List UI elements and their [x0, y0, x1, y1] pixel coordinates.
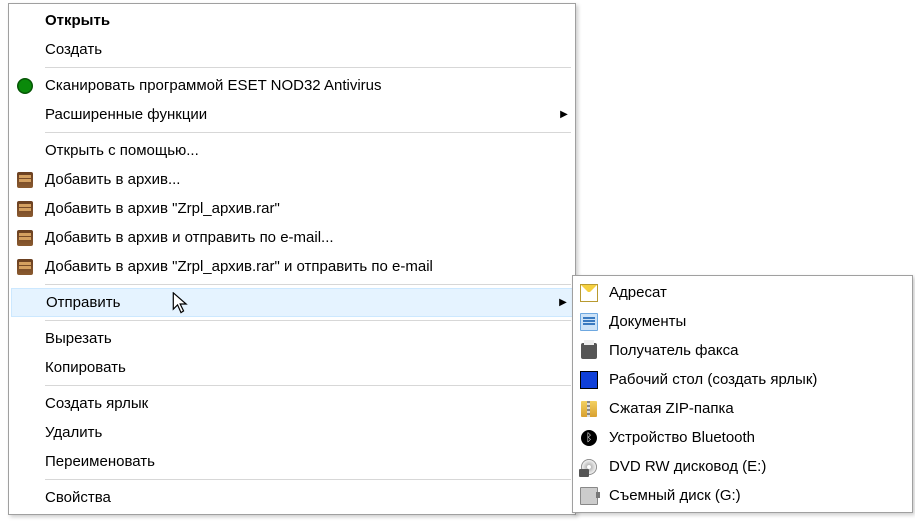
- sendto-item-recipient[interactable]: Адресат: [575, 278, 910, 307]
- menu-label: Получатель факса: [603, 342, 910, 359]
- sendto-item-documents[interactable]: Документы: [575, 307, 910, 336]
- zip-icon: [575, 401, 603, 417]
- menu-item-delete[interactable]: Удалить: [11, 418, 573, 447]
- menu-label: DVD RW дисковод (E:): [603, 458, 910, 475]
- menu-label: Съемный диск (G:): [603, 487, 910, 504]
- menu-item-send-to[interactable]: Отправить ▶: [11, 288, 573, 317]
- menu-item-create[interactable]: Создать: [11, 35, 573, 64]
- bluetooth-icon: ᛒ: [575, 430, 603, 446]
- menu-item-add-archive-named-email[interactable]: Добавить в архив "Zrpl_архив.rar" и отпр…: [11, 252, 573, 281]
- menu-label: Устройство Bluetooth: [603, 429, 910, 446]
- menu-label: Создать: [39, 41, 573, 58]
- menu-separator: [45, 284, 571, 285]
- menu-label: Добавить в архив и отправить по e-mail..…: [39, 229, 573, 246]
- mail-icon: [575, 284, 603, 302]
- menu-item-open-with[interactable]: Открыть с помощью...: [11, 136, 573, 165]
- sendto-item-dvd[interactable]: DVD RW дисковод (E:): [575, 452, 910, 481]
- menu-label: Удалить: [39, 424, 573, 441]
- menu-label: Создать ярлык: [39, 395, 573, 412]
- menu-label: Свойства: [39, 489, 573, 506]
- menu-item-properties[interactable]: Свойства: [11, 483, 573, 512]
- menu-label: Добавить в архив "Zrpl_архив.rar": [39, 200, 573, 217]
- dvd-drive-icon: [575, 459, 603, 475]
- removable-drive-icon: [575, 487, 603, 505]
- sendto-item-fax[interactable]: Получатель факса: [575, 336, 910, 365]
- menu-separator: [45, 320, 571, 321]
- menu-label: Вырезать: [39, 330, 573, 347]
- menu-label: Переименовать: [39, 453, 573, 470]
- menu-item-add-archive-email[interactable]: Добавить в архив и отправить по e-mail..…: [11, 223, 573, 252]
- menu-separator: [45, 385, 571, 386]
- context-menu-sendto: Адресат Документы Получатель факса Рабоч…: [572, 275, 913, 513]
- sendto-item-removable[interactable]: Съемный диск (G:): [575, 481, 910, 510]
- documents-icon: [575, 313, 603, 331]
- menu-separator: [45, 67, 571, 68]
- menu-label: Рабочий стол (создать ярлык): [603, 371, 910, 388]
- archive-icon: [11, 259, 39, 275]
- menu-label: Добавить в архив "Zrpl_архив.rar" и отпр…: [39, 258, 573, 275]
- fax-icon: [575, 343, 603, 359]
- archive-icon: [11, 172, 39, 188]
- sendto-item-zip[interactable]: Сжатая ZIP-папка: [575, 394, 910, 423]
- menu-separator: [45, 132, 571, 133]
- menu-item-add-archive-named[interactable]: Добавить в архив "Zrpl_архив.rar": [11, 194, 573, 223]
- submenu-arrow-icon: ▶: [555, 109, 573, 120]
- archive-icon: [11, 201, 39, 217]
- menu-item-rename[interactable]: Переименовать: [11, 447, 573, 476]
- menu-label: Сканировать программой ESET NOD32 Antivi…: [39, 77, 573, 94]
- desktop-icon: [575, 371, 603, 389]
- menu-item-add-archive[interactable]: Добавить в архив...: [11, 165, 573, 194]
- eset-icon: [11, 78, 39, 94]
- sendto-item-bluetooth[interactable]: ᛒ Устройство Bluetooth: [575, 423, 910, 452]
- menu-label: Документы: [603, 313, 910, 330]
- menu-item-eset-scan[interactable]: Сканировать программой ESET NOD32 Antivi…: [11, 71, 573, 100]
- menu-label: Сжатая ZIP-папка: [603, 400, 910, 417]
- menu-label: Отправить: [40, 294, 554, 311]
- menu-label: Адресат: [603, 284, 910, 301]
- menu-item-advanced[interactable]: Расширенные функции ▶: [11, 100, 573, 129]
- menu-item-open[interactable]: Открыть: [11, 6, 573, 35]
- menu-item-cut[interactable]: Вырезать: [11, 324, 573, 353]
- menu-label: Добавить в архив...: [39, 171, 573, 188]
- submenu-arrow-icon: ▶: [554, 297, 572, 308]
- menu-item-create-shortcut[interactable]: Создать ярлык: [11, 389, 573, 418]
- sendto-item-desktop[interactable]: Рабочий стол (создать ярлык): [575, 365, 910, 394]
- menu-label: Расширенные функции: [39, 106, 555, 123]
- menu-label: Копировать: [39, 359, 573, 376]
- menu-label: Открыть с помощью...: [39, 142, 573, 159]
- menu-item-copy[interactable]: Копировать: [11, 353, 573, 382]
- menu-label: Открыть: [39, 12, 573, 29]
- archive-icon: [11, 230, 39, 246]
- menu-separator: [45, 479, 571, 480]
- context-menu-main: Открыть Создать Сканировать программой E…: [8, 3, 576, 515]
